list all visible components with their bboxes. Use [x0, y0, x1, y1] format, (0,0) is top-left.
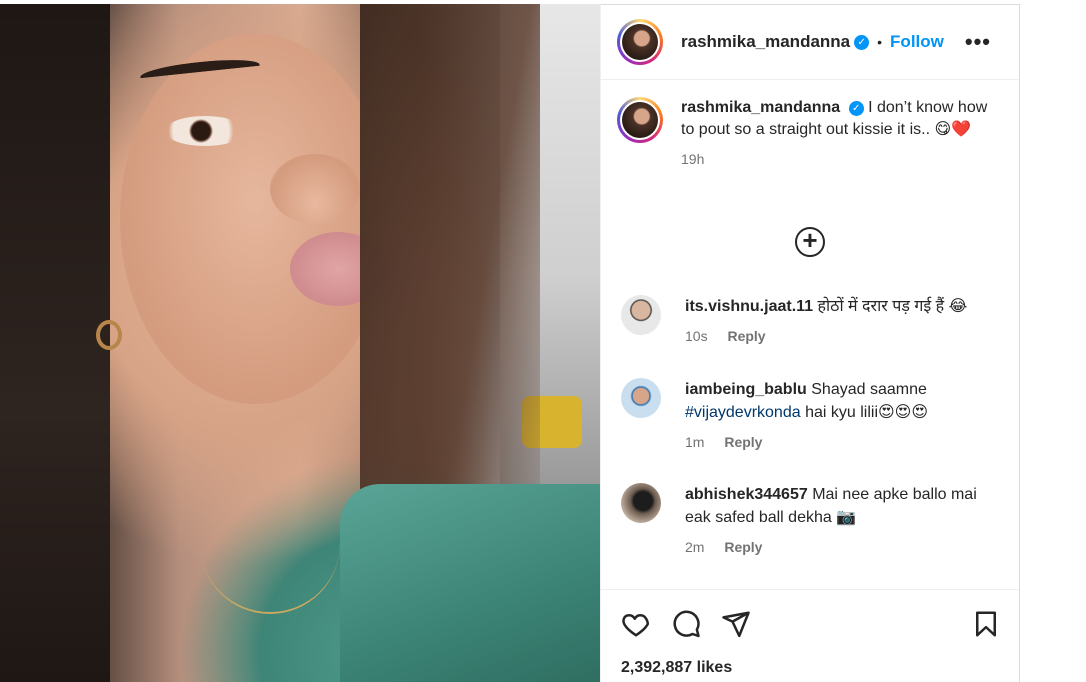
photo-face [120, 34, 390, 404]
reply-button[interactable]: Reply [724, 434, 762, 450]
post-actions-bar [601, 597, 1019, 641]
photo-earring [96, 320, 122, 350]
post-header: rashmika_mandanna ✓ • Follow ••• [617, 17, 1005, 67]
comment-item: abhishek344657 Mai nee apke ballo mai ea… [621, 483, 1001, 555]
reply-button[interactable]: Reply [724, 539, 762, 555]
comment-timestamp[interactable]: 2m [685, 539, 704, 555]
comment-item: iambeing_bablu Shayad saamne #vijaydevrk… [621, 378, 1001, 450]
comment-username[interactable]: iambeing_bablu [685, 381, 807, 398]
reply-button[interactable]: Reply [727, 328, 765, 344]
bookmark-icon[interactable] [971, 609, 1001, 639]
more-options-icon[interactable]: ••• [965, 29, 1005, 55]
separator-dot: • [877, 34, 883, 50]
commenter-avatar[interactable] [621, 295, 661, 335]
commenter-avatar[interactable] [621, 378, 661, 418]
author-username[interactable]: rashmika_mandanna [681, 32, 850, 52]
caption-avatar[interactable] [617, 97, 663, 143]
verified-badge-icon: ✓ [854, 34, 870, 50]
comment-hashtag-link[interactable]: #vijaydevrkonda [685, 404, 801, 421]
header-divider [601, 79, 1019, 80]
photo-necklace [200, 524, 340, 614]
post-photo[interactable] [0, 4, 600, 682]
commenter-avatar[interactable] [621, 483, 661, 523]
follow-button[interactable]: Follow [890, 32, 944, 52]
share-icon[interactable] [721, 609, 751, 639]
caption-username[interactable]: rashmika_mandanna [681, 99, 840, 116]
comment-item: its.vishnu.jaat.11 होठों में दरार पड़ गई… [621, 295, 1001, 344]
photo-nose [270, 154, 360, 224]
comment-username[interactable]: abhishek344657 [685, 486, 808, 503]
author-avatar[interactable] [617, 19, 663, 65]
likes-count[interactable]: 2,392,887 likes [621, 659, 732, 677]
verified-badge-icon: ✓ [848, 101, 864, 116]
comment-icon[interactable] [671, 609, 701, 639]
comment-username[interactable]: its.vishnu.jaat.11 [685, 298, 813, 315]
post-caption: rashmika_mandanna ✓ I don’t know how to … [617, 97, 1007, 167]
comment-text-continued: hai kyu lilii😍😍😍 [805, 404, 929, 421]
comment-text: Shayad saamne [811, 381, 927, 398]
comment-text: होठों में दरार पड़ गई हैं 😂 [817, 298, 968, 315]
heart-icon[interactable] [621, 609, 651, 639]
caption-timestamp[interactable]: 19h [681, 151, 991, 167]
photo-hair-left [0, 4, 110, 682]
actions-divider [601, 589, 1019, 590]
photo-eye [165, 116, 245, 146]
load-more-comments-icon[interactable]: + [795, 227, 825, 257]
photo-shirt [340, 484, 600, 682]
comment-timestamp[interactable]: 1m [685, 434, 704, 450]
post-side-panel: rashmika_mandanna ✓ • Follow ••• rashmik… [600, 4, 1020, 682]
comment-timestamp[interactable]: 10s [685, 328, 708, 344]
